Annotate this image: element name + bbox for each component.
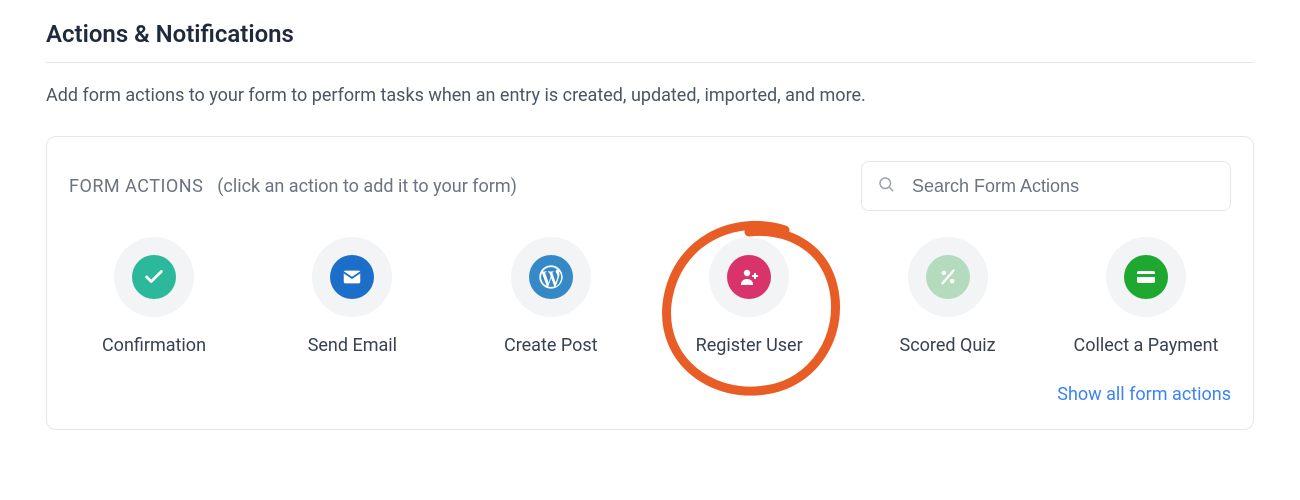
icon-bg xyxy=(511,237,591,317)
page-subtitle: Add form actions to your form to perform… xyxy=(46,85,1254,106)
divider xyxy=(46,62,1254,63)
panel-section-title: FORM ACTIONS xyxy=(69,176,203,197)
search-wrap xyxy=(861,161,1231,211)
actions-row: Confirmation Send Email xyxy=(69,237,1231,356)
action-label: Register User xyxy=(696,335,803,356)
icon-bg xyxy=(312,237,392,317)
action-label: Create Post xyxy=(504,335,598,356)
envelope-icon xyxy=(330,255,374,299)
search-input[interactable] xyxy=(861,161,1231,211)
icon-bg xyxy=(908,237,988,317)
wordpress-icon xyxy=(529,255,573,299)
search-icon xyxy=(877,175,895,197)
icon-bg xyxy=(709,237,789,317)
action-send-email[interactable]: Send Email xyxy=(277,237,427,356)
action-label: Collect a Payment xyxy=(1074,335,1219,356)
page-title: Actions & Notifications xyxy=(46,0,1254,62)
action-label: Confirmation xyxy=(102,335,206,356)
icon-bg xyxy=(114,237,194,317)
show-all-link[interactable]: Show all form actions xyxy=(1057,384,1231,405)
form-actions-panel: FORM ACTIONS (click an action to add it … xyxy=(46,136,1254,430)
action-register-user[interactable]: Register User xyxy=(674,237,824,356)
show-all-wrap: Show all form actions xyxy=(69,384,1231,405)
percent-icon xyxy=(926,255,970,299)
action-create-post[interactable]: Create Post xyxy=(476,237,626,356)
action-label: Send Email xyxy=(308,335,397,356)
action-collect-payment[interactable]: Collect a Payment xyxy=(1071,237,1221,356)
credit-card-icon xyxy=(1124,255,1168,299)
icon-bg xyxy=(1106,237,1186,317)
panel-header: FORM ACTIONS (click an action to add it … xyxy=(69,161,1231,211)
checkmark-icon xyxy=(132,255,176,299)
action-scored-quiz[interactable]: Scored Quiz xyxy=(873,237,1023,356)
panel-hint: (click an action to add it to your form) xyxy=(217,176,517,197)
action-label: Scored Quiz xyxy=(900,335,996,356)
user-add-icon xyxy=(727,255,771,299)
action-confirmation[interactable]: Confirmation xyxy=(79,237,229,356)
